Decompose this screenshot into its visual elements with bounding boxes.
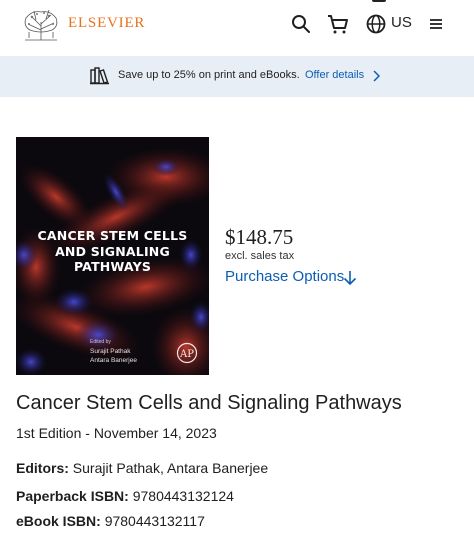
paperback-isbn-row: Paperback ISBN: 9780443132124	[16, 488, 234, 504]
editors-value: Surajit Pathak, Antara Banerjee	[72, 460, 269, 476]
brand-wordmark[interactable]: ELSEVIER	[68, 15, 145, 32]
paperback-isbn-label: Paperback ISBN:	[16, 488, 129, 504]
promo-text: Save up to 25% on print and eBooks.	[118, 69, 300, 81]
book-title: Cancer Stem Cells and Signaling Pathways	[16, 392, 402, 414]
books-icon	[90, 67, 109, 85]
editors-label: Editors:	[16, 460, 69, 476]
elsevier-tree-logo[interactable]	[22, 8, 60, 42]
search-icon[interactable]	[289, 12, 313, 36]
region-selector[interactable]: US	[391, 14, 412, 31]
site-header: ELSEVIER US	[0, 0, 474, 56]
cover-title-line: PATHWAYS	[73, 259, 152, 274]
publisher-mark: AP	[179, 349, 194, 360]
header-top-fragment	[372, 0, 386, 2]
chevron-right-icon[interactable]	[372, 70, 380, 82]
editors-row: Editors: Surajit Pathak, Antara Banerjee	[16, 460, 268, 476]
cover-title: CANCER STEM CELLS AND SIGNALING PATHWAYS	[16, 228, 209, 275]
academic-press-logo: AP	[176, 342, 198, 364]
book-cover-image: CANCER STEM CELLS AND SIGNALING PATHWAYS…	[16, 137, 209, 375]
price: $148.75	[225, 225, 294, 249]
cover-editor-name: Antara Banerjee	[90, 357, 137, 364]
cover-title-line: CANCER STEM CELLS	[37, 228, 188, 243]
cart-icon[interactable]	[326, 12, 350, 36]
tax-note: excl. sales tax	[225, 250, 295, 262]
ebook-isbn-value: 9780443132117	[104, 513, 205, 529]
globe-icon[interactable]	[364, 12, 388, 36]
edition-date: 1st Edition - November 14, 2023	[16, 425, 217, 441]
ebook-isbn-row: eBook ISBN: 9780443132117	[16, 513, 205, 529]
cover-editors: Edited by Surajit Pathak Antara Banerjee	[90, 338, 170, 365]
cover-editor-name: Surajit Pathak	[90, 348, 131, 355]
offer-details-link[interactable]: Offer details	[305, 69, 364, 81]
menu-icon[interactable]	[424, 12, 448, 36]
promo-banner: Save up to 25% on print and eBooks. Offe…	[0, 56, 474, 97]
purchase-options-link[interactable]: Purchase Options	[225, 268, 344, 285]
cover-edited-by: Edited by	[90, 339, 111, 345]
ebook-isbn-label: eBook ISBN:	[16, 513, 101, 529]
cover-title-line: AND SIGNALING	[55, 243, 170, 259]
paperback-isbn-value: 9780443132124	[132, 488, 234, 504]
arrow-down-icon[interactable]	[343, 270, 357, 286]
